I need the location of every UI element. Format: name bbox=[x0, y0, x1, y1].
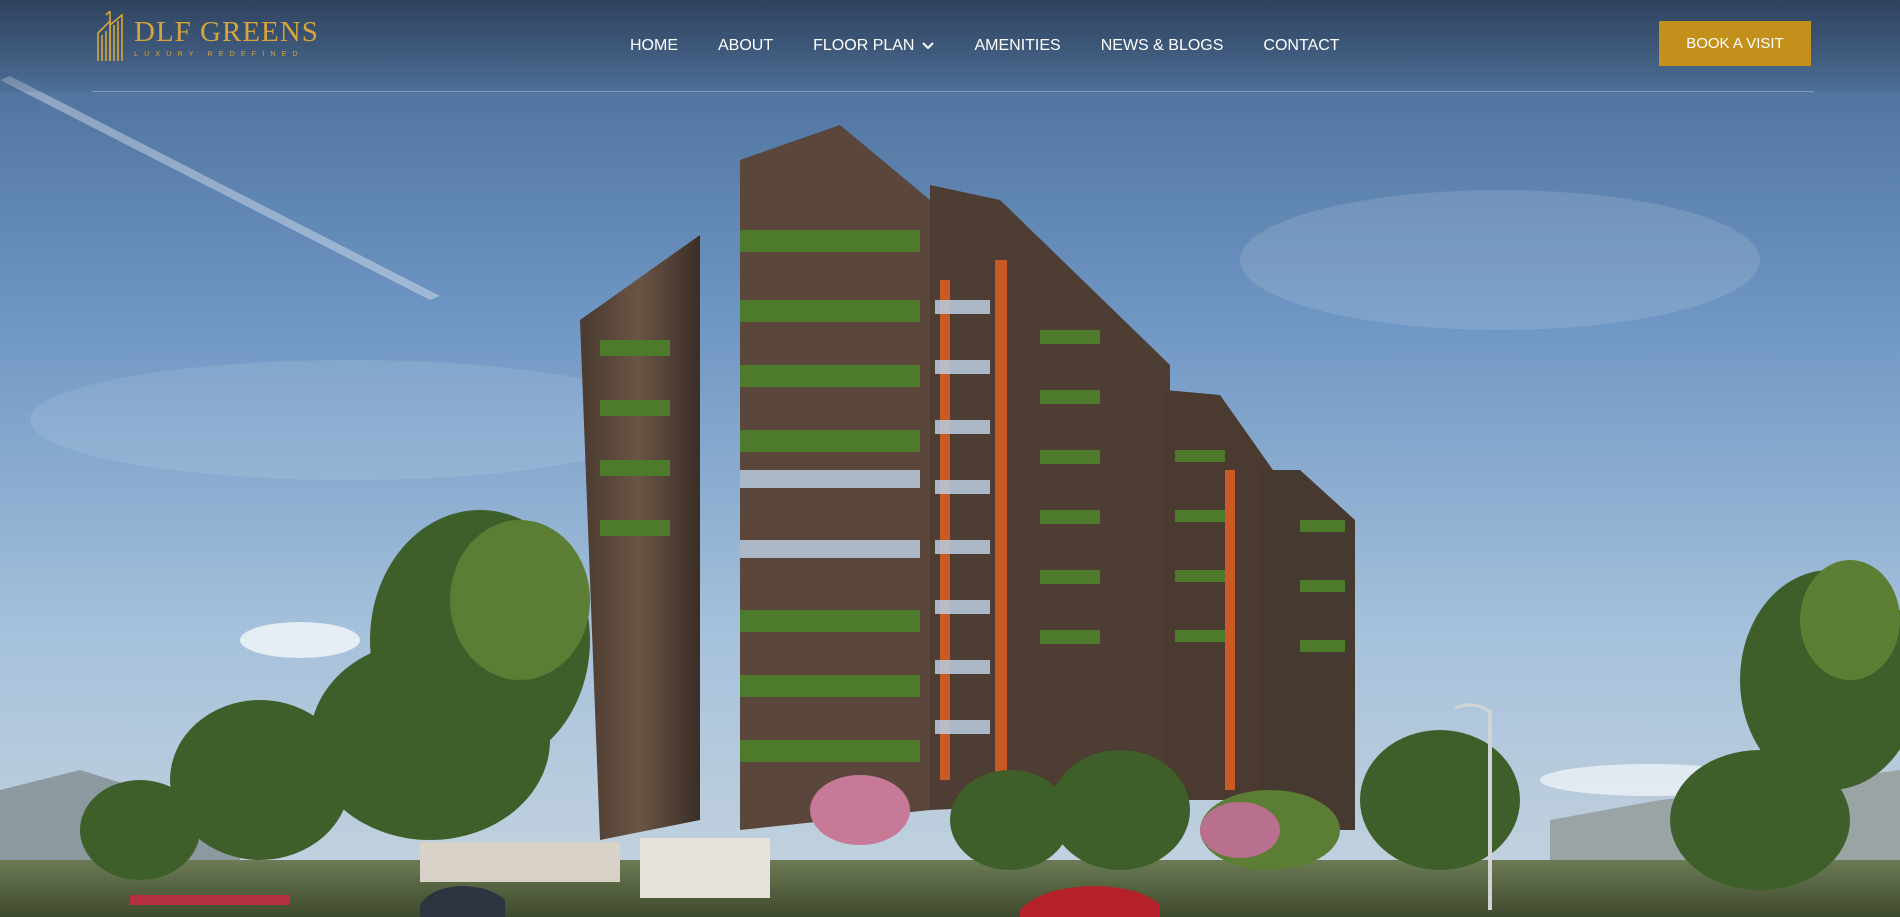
main-navigation: HOME ABOUT FLOOR PLAN AMENITIES NEWS & B… bbox=[630, 36, 1380, 56]
hero-banner bbox=[0, 0, 1900, 917]
brand-name: DLF GREENS bbox=[134, 16, 319, 48]
chevron-down-icon bbox=[922, 42, 935, 50]
header-divider bbox=[92, 91, 1814, 92]
brand-tagline: LUXURY REDEFINED bbox=[134, 51, 304, 58]
nav-about[interactable]: ABOUT bbox=[718, 37, 773, 55]
nav-contact[interactable]: CONTACT bbox=[1263, 37, 1339, 55]
nav-floor-plan[interactable]: FLOOR PLAN bbox=[813, 37, 935, 55]
book-a-visit-button[interactable]: BOOK A VISIT bbox=[1659, 21, 1811, 66]
nav-amenities[interactable]: AMENITIES bbox=[974, 37, 1060, 55]
building-logo-icon bbox=[94, 8, 126, 66]
brand-logo[interactable]: DLF GREENS LUXURY REDEFINED bbox=[94, 8, 319, 66]
nav-floor-plan-label: FLOOR PLAN bbox=[813, 37, 915, 54]
nav-news-blogs[interactable]: NEWS & BLOGS bbox=[1101, 37, 1224, 55]
nav-home[interactable]: HOME bbox=[630, 37, 678, 55]
hero-image-building-rendering bbox=[0, 0, 1900, 917]
